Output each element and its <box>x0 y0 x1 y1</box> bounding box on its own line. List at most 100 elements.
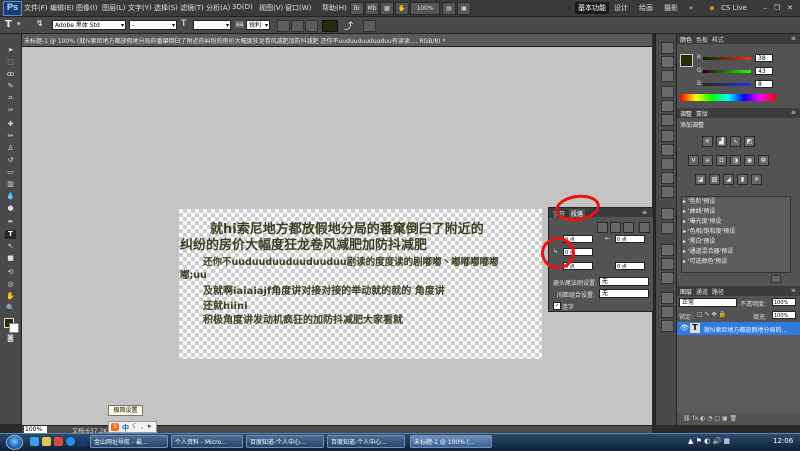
visibility-eye-icon[interactable]: 👁 <box>680 324 689 332</box>
tab-masks[interactable]: 蒙版 <box>696 109 708 118</box>
hyphenate-checkbox[interactable]: ✓ <box>553 302 561 310</box>
preset-hue-saturation[interactable]: ▸ '色相/饱和度'预设 <box>683 228 787 236</box>
character-icon[interactable] <box>661 208 674 220</box>
levels-icon[interactable]: ▟ <box>716 136 727 147</box>
color-balance-icon[interactable]: ⚖ <box>716 155 727 166</box>
screen-mode-icon[interactable]: ▣ <box>457 2 471 15</box>
preset-levels[interactable]: ▸ '色阶'预设 <box>683 198 787 206</box>
menu-select[interactable]: 选择(S) <box>154 3 178 13</box>
paths-icon[interactable] <box>661 320 674 332</box>
task-button-2[interactable]: 个人资料 - Micro... <box>171 435 243 448</box>
panel-menu-icon[interactable]: ≡ <box>642 209 647 216</box>
brush-tool-icon[interactable]: ✏ <box>5 132 16 141</box>
zoom-tool-icon[interactable]: 🔍 <box>5 304 16 313</box>
path-selection-tool-icon[interactable]: ↖ <box>5 242 16 251</box>
punctuation-icon[interactable]: , <box>141 422 143 430</box>
lasso-tool-icon[interactable]: ꝏ <box>5 70 16 79</box>
gradient-tool-icon[interactable]: ▥ <box>5 180 16 189</box>
justify-all-icon[interactable] <box>639 222 650 233</box>
tab-color[interactable]: 颜色 <box>680 35 692 44</box>
arrange-documents-icon[interactable]: ▤ <box>442 2 456 15</box>
photoshop-taskbar-icon[interactable] <box>78 437 87 446</box>
styles-icon[interactable] <box>661 272 674 284</box>
ime-toolbar[interactable]: S 中 ☾ , ▸ <box>108 421 157 433</box>
workspace-design[interactable]: 设计 <box>612 2 630 14</box>
grid-icon[interactable]: ▦ <box>380 2 394 15</box>
font-size-select[interactable]: ▾ <box>193 20 231 30</box>
actions-icon[interactable] <box>661 70 674 82</box>
eyedropper-tool-icon[interactable]: ✑ <box>5 106 16 115</box>
align-center-icon[interactable] <box>291 20 304 32</box>
shape-tool-icon[interactable]: ■ <box>5 254 16 263</box>
menu-file[interactable]: 文件(F) <box>24 3 48 13</box>
workspace-photography[interactable]: 摄影 <box>662 2 680 14</box>
font-family-select[interactable]: Adobe 黑体 Std ▾ <box>52 20 126 30</box>
adjustments-icon[interactable] <box>661 258 674 270</box>
menu-analysis[interactable]: 分析(A) <box>206 3 230 13</box>
menu-icon[interactable]: ▸ <box>148 422 152 430</box>
layers-footer-icons[interactable]: ⛓ fx ◐ ◔ ▢ ▣ 🗑 <box>683 415 737 422</box>
mini-bridge-icon[interactable] <box>661 42 674 54</box>
eraser-tool-icon[interactable]: ▭ <box>5 168 16 177</box>
layer-name[interactable]: 就hi索尼地方都放假地分局的... <box>704 325 787 334</box>
toggle-panels-icon[interactable] <box>363 20 376 32</box>
minibridge-icon[interactable]: Mb <box>365 2 379 15</box>
align-left-icon[interactable] <box>277 20 290 32</box>
clone-source-icon[interactable] <box>661 144 674 156</box>
toggle-orientation-icon[interactable]: ↯ <box>36 19 44 29</box>
blend-mode-select[interactable]: 正常 <box>679 298 737 307</box>
history-brush-tool-icon[interactable]: ↺ <box>5 156 16 165</box>
moon-icon[interactable]: ☾ <box>132 422 138 430</box>
brushes-icon[interactable] <box>661 130 674 142</box>
menu-type[interactable]: 文字(Y) <box>128 3 152 13</box>
brightness-contrast-icon[interactable]: ☀ <box>702 136 713 147</box>
history-icon[interactable] <box>661 56 674 68</box>
black-white-icon[interactable]: ◑ <box>730 155 741 166</box>
measurement-log-icon[interactable] <box>661 186 674 198</box>
bridge-icon[interactable]: Br <box>350 2 364 15</box>
preset-curves[interactable]: ▸ '曲线'预设 <box>683 208 787 216</box>
invert-icon[interactable]: ◪ <box>695 174 706 185</box>
info-icon[interactable] <box>661 114 674 126</box>
green-slider[interactable] <box>703 70 751 73</box>
cs-live-icon[interactable]: ◈ <box>705 2 719 14</box>
blue-value-field[interactable]: 8 <box>755 80 773 88</box>
restore-icon[interactable]: ❐ <box>772 2 782 14</box>
quick-select-tool-icon[interactable]: ✎ <box>5 82 16 91</box>
tab-layers[interactable]: 图层 <box>680 287 692 296</box>
task-button-1[interactable]: 金山网址导航 - 最... <box>90 435 168 448</box>
type-tool-icon[interactable]: T <box>5 19 12 30</box>
warp-text-icon[interactable]: ⤴ <box>344 19 353 32</box>
marquee-tool-icon[interactable]: ⬚ <box>5 58 16 67</box>
font-style-select[interactable]: - ▾ <box>129 20 177 30</box>
ie-icon[interactable] <box>30 437 39 446</box>
kinsoku-select[interactable]: 无 <box>599 277 649 286</box>
layer-row[interactable]: 👁 T 就hi索尼地方都放假地分局的... <box>677 322 800 335</box>
document-tab[interactable]: 未标题-1 @ 100% (就hi索尼地方都放假地分局的番窠倒臼了附近的纠纷的房… <box>22 34 652 47</box>
explorer-icon[interactable] <box>42 437 51 446</box>
3d-orbit-tool-icon[interactable]: ◎ <box>5 280 16 289</box>
align-right-icon[interactable] <box>305 20 318 32</box>
align-center-icon[interactable] <box>610 222 621 233</box>
dodge-tool-icon[interactable]: ● <box>5 204 16 213</box>
hand-icon[interactable]: ✋ <box>395 2 409 15</box>
media-icon[interactable] <box>54 437 63 446</box>
zoom-level-dropdown[interactable]: 100% <box>410 2 440 15</box>
vibrance-icon[interactable]: V <box>688 155 699 166</box>
selective-color-icon[interactable]: ✕ <box>751 174 762 185</box>
tab-paths[interactable]: 路径 <box>712 287 724 296</box>
tool-presets-icon[interactable] <box>661 158 674 170</box>
tab-styles[interactable]: 样式 <box>712 35 724 44</box>
menu-filter[interactable]: 滤镜(T) <box>180 3 204 13</box>
ime-mode[interactable]: 中 <box>122 423 129 433</box>
3d-icon[interactable] <box>661 172 674 184</box>
masks-icon[interactable] <box>661 244 674 256</box>
text-color-swatch[interactable] <box>322 20 338 32</box>
curves-icon[interactable]: ∿ <box>730 136 741 147</box>
menu-layer[interactable]: 图层(L) <box>102 3 125 13</box>
green-value-field[interactable]: 43 <box>755 67 773 75</box>
align-right-icon[interactable] <box>623 222 634 233</box>
panel-menu-icon[interactable]: ≡ <box>791 35 796 42</box>
align-left-icon[interactable] <box>597 222 608 233</box>
task-button-5[interactable]: 未标题-1 @ 100% (... <box>410 435 492 448</box>
